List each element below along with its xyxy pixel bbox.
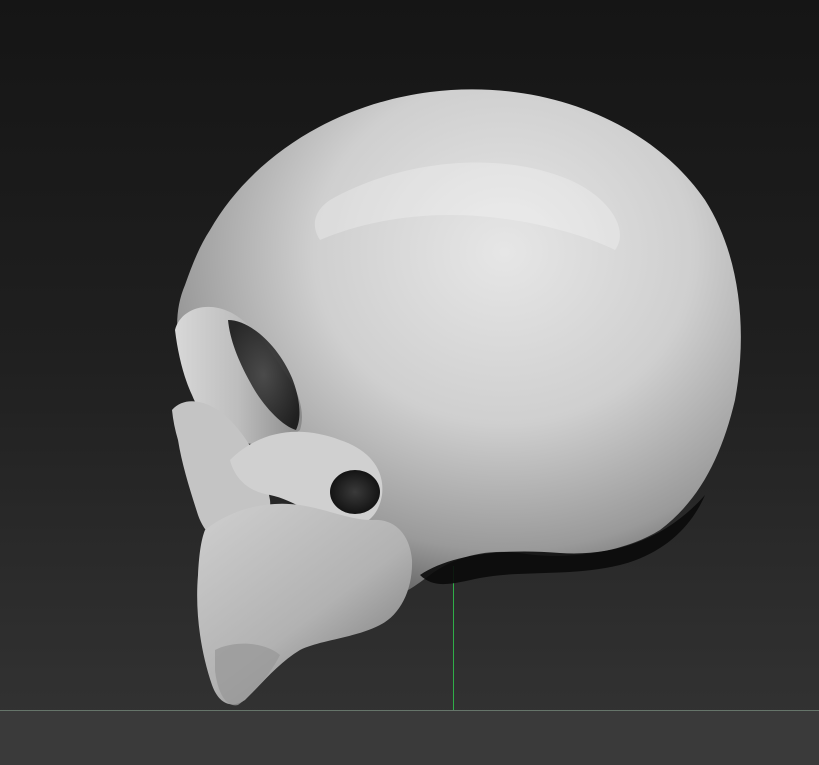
skull-icon[interactable]	[0, 0, 819, 765]
3d-viewport[interactable]	[0, 0, 819, 765]
chin-shadow	[215, 643, 280, 706]
ear-opening	[330, 470, 380, 514]
